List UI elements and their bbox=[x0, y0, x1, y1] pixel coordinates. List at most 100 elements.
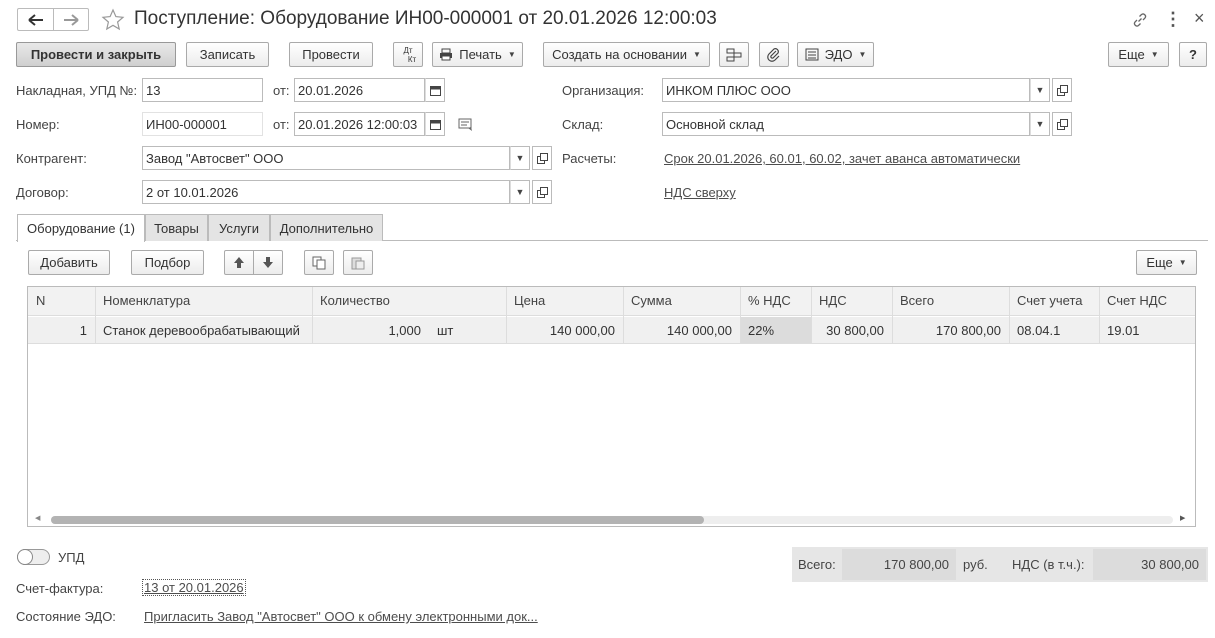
invoice-date-field[interactable]: 20.01.2026 bbox=[294, 78, 425, 102]
paste-rows-button[interactable] bbox=[343, 250, 373, 275]
organization-dropdown-button[interactable]: ▼ bbox=[1030, 78, 1050, 102]
counterparty-dropdown-button[interactable]: ▼ bbox=[510, 146, 530, 170]
open-window-icon bbox=[1056, 84, 1068, 96]
structure-button[interactable] bbox=[719, 42, 749, 67]
pick-label: Подбор bbox=[144, 255, 191, 270]
cell-total[interactable]: 170 800,00 bbox=[892, 317, 1009, 344]
pick-button[interactable]: Подбор bbox=[131, 250, 204, 275]
col-header-price[interactable]: Цена bbox=[506, 287, 623, 315]
cell-n[interactable]: 1 bbox=[28, 317, 95, 344]
paperclip-icon bbox=[767, 47, 780, 62]
chevron-down-icon: ▼ bbox=[1150, 50, 1159, 59]
post-button[interactable]: Провести bbox=[289, 42, 373, 67]
chevron-down-icon: ▼ bbox=[1035, 85, 1045, 95]
contract-field[interactable]: 2 от 10.01.2026 bbox=[142, 180, 510, 204]
col-header-n[interactable]: N bbox=[28, 287, 95, 315]
vat-mode-link[interactable]: НДС сверху bbox=[664, 185, 736, 200]
cell-price[interactable]: 140 000,00 bbox=[506, 317, 623, 344]
copy-rows-button[interactable] bbox=[304, 250, 334, 275]
warehouse-open-button[interactable] bbox=[1052, 112, 1072, 136]
paste-icon bbox=[351, 257, 365, 269]
calendar-button[interactable] bbox=[425, 112, 445, 136]
table-more-button[interactable]: Еще ▼ bbox=[1136, 250, 1197, 275]
print-button[interactable]: Печать ▼ bbox=[432, 42, 523, 67]
save-label: Записать bbox=[199, 47, 256, 62]
cell-vat[interactable]: 30 800,00 bbox=[811, 317, 892, 344]
hierarchy-icon bbox=[726, 48, 742, 61]
tab-goods[interactable]: Товары bbox=[145, 214, 208, 241]
chevron-down-icon: ▼ bbox=[692, 50, 701, 59]
scroll-left-icon[interactable]: ◀ bbox=[35, 514, 40, 522]
cell-sum[interactable]: 140 000,00 bbox=[623, 317, 740, 344]
post-and-close-button[interactable]: Провести и закрыть bbox=[16, 42, 176, 67]
move-up-button[interactable] bbox=[224, 250, 254, 275]
forward-button[interactable] bbox=[53, 8, 89, 31]
cell-account[interactable]: 08.04.1 bbox=[1009, 317, 1099, 344]
help-button[interactable]: ? bbox=[1179, 42, 1207, 67]
dtkt-top-label: Дт bbox=[403, 45, 413, 55]
open-window-icon bbox=[536, 186, 548, 198]
organization-field[interactable]: ИНКОМ ПЛЮС ООО bbox=[662, 78, 1030, 102]
vat-included-label: НДС (в т.ч.): bbox=[1012, 557, 1085, 572]
more-options-icon[interactable]: ⋮ bbox=[1164, 9, 1182, 30]
add-row-label: Добавить bbox=[40, 255, 98, 270]
invoice-doc-link[interactable]: 13 от 20.01.2026 bbox=[142, 579, 246, 596]
col-header-item[interactable]: Номенклатура bbox=[95, 287, 312, 315]
organization-label: Организация: bbox=[562, 83, 645, 98]
cell-vat-account[interactable]: 19.01 bbox=[1099, 317, 1195, 344]
save-button[interactable]: Записать bbox=[186, 42, 269, 67]
edo-label: ЭДО bbox=[824, 47, 853, 62]
close-icon[interactable]: × bbox=[1194, 8, 1205, 29]
counterparty-open-button[interactable] bbox=[532, 146, 552, 170]
cell-unit[interactable]: шт bbox=[437, 317, 506, 344]
back-button[interactable] bbox=[17, 8, 53, 31]
arrow-down-icon bbox=[263, 257, 273, 268]
open-window-icon bbox=[536, 152, 548, 164]
dtkt-button[interactable]: Дт Кт bbox=[393, 42, 423, 67]
settlements-link[interactable]: Срок 20.01.2026, 60.01, 60.02, зачет ава… bbox=[664, 151, 1020, 166]
doc-date-field[interactable]: 20.01.2026 12:00:03 bbox=[294, 112, 425, 136]
col-header-sum[interactable]: Сумма bbox=[623, 287, 740, 315]
edo-button[interactable]: ЭДО ▼ bbox=[797, 42, 874, 67]
upd-label: УПД bbox=[58, 550, 85, 565]
attach-button[interactable] bbox=[759, 42, 789, 67]
warehouse-field[interactable]: Основной склад bbox=[662, 112, 1030, 136]
scroll-right-icon[interactable]: ▶ bbox=[1180, 514, 1185, 522]
star-icon[interactable] bbox=[101, 8, 125, 32]
more-label: Еще bbox=[1118, 47, 1145, 62]
col-header-qty[interactable]: Количество bbox=[312, 287, 506, 315]
tab-additional[interactable]: Дополнительно bbox=[270, 214, 383, 241]
counterparty-field[interactable]: Завод "Автосвет" ООО bbox=[142, 146, 510, 170]
comment-icon[interactable] bbox=[458, 118, 474, 132]
add-row-button[interactable]: Добавить bbox=[28, 250, 110, 275]
copy-icon bbox=[312, 256, 326, 269]
invoice-number-field[interactable]: 13 bbox=[142, 78, 263, 102]
col-header-vat-rate[interactable]: % НДС bbox=[740, 287, 811, 315]
link-icon[interactable] bbox=[1131, 11, 1149, 29]
calendar-button[interactable] bbox=[425, 78, 445, 102]
warehouse-dropdown-button[interactable]: ▼ bbox=[1030, 112, 1050, 136]
tab-services[interactable]: Услуги bbox=[208, 214, 270, 241]
number-field[interactable]: ИН00-000001 bbox=[142, 112, 263, 136]
edo-state-link[interactable]: Пригласить Завод "Автосвет" ООО к обмену… bbox=[144, 609, 538, 624]
col-header-vat-account[interactable]: Счет НДС bbox=[1099, 287, 1195, 315]
more-button[interactable]: Еще ▼ bbox=[1108, 42, 1169, 67]
contract-open-button[interactable] bbox=[532, 180, 552, 204]
move-down-button[interactable] bbox=[253, 250, 283, 275]
contract-dropdown-button[interactable]: ▼ bbox=[510, 180, 530, 204]
cell-item[interactable]: Станок деревообрабатывающий bbox=[95, 317, 312, 344]
organization-open-button[interactable] bbox=[1052, 78, 1072, 102]
col-header-vat[interactable]: НДС bbox=[811, 287, 892, 315]
horizontal-scrollbar-thumb[interactable] bbox=[51, 516, 704, 524]
col-header-total[interactable]: Всего bbox=[892, 287, 1009, 315]
doc-date-from-label: от: bbox=[273, 117, 290, 132]
total-label: Всего: bbox=[798, 557, 836, 572]
col-header-account[interactable]: Счет учета bbox=[1009, 287, 1099, 315]
create-based-button[interactable]: Создать на основании ▼ bbox=[543, 42, 710, 67]
cell-vat-rate[interactable]: 22% bbox=[740, 317, 811, 344]
cell-qty[interactable]: 1,000 bbox=[312, 317, 429, 344]
arrow-right-icon bbox=[64, 13, 79, 26]
calendar-icon bbox=[429, 85, 441, 96]
upd-toggle[interactable] bbox=[17, 549, 50, 565]
tab-equipment[interactable]: Оборудование (1) bbox=[17, 214, 145, 242]
